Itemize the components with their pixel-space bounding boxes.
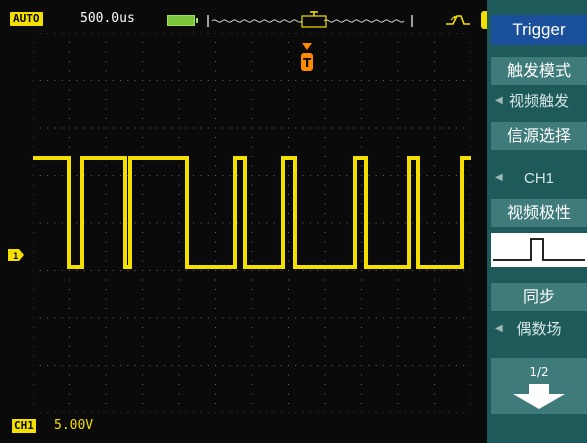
svg-text:T: T <box>303 56 312 70</box>
menu-title: Trigger <box>491 15 587 45</box>
graticule <box>33 33 471 413</box>
source-select-button[interactable]: 信源选择 <box>491 122 587 150</box>
left-arrow-icon: ◀ <box>495 95 503 106</box>
timebase-readout: 500.0us <box>80 11 135 26</box>
trigger-mode-value: ◀ 视频触发 <box>491 88 587 114</box>
waveform-display: 1 T <box>0 33 487 413</box>
left-arrow-icon: ◀ <box>495 323 503 334</box>
ch1-coupling-badge: CH1 <box>12 419 36 433</box>
ch1-ground-marker: 1 <box>8 249 24 261</box>
arrow-down-icon <box>513 384 565 409</box>
battery-icon <box>167 15 198 26</box>
trigger-menu: Trigger 触发模式 ◀ 视频触发 信源选择 ◀ CH1 视频极性 同步 ◀… <box>487 0 587 443</box>
ch1-trace <box>33 156 471 269</box>
source-select-value: ◀ CH1 <box>491 165 587 191</box>
svg-text:1: 1 <box>13 252 18 261</box>
trigger-position-marker: T <box>301 43 313 71</box>
trigger-mode-button[interactable]: 触发模式 <box>491 57 587 85</box>
next-page-button[interactable]: 1/2 <box>491 358 587 414</box>
channel-status-bar: CH1 5.00V <box>0 413 487 443</box>
left-arrow-icon: ◀ <box>495 172 503 183</box>
volts-per-div-readout: 5.00V <box>54 418 94 433</box>
video-polarity-label: 视频极性 <box>506 203 571 222</box>
rising-edge-icon <box>446 15 470 25</box>
status-bar: AUTO 500.0us <box>0 0 487 33</box>
sync-value: ◀ 偶数场 <box>491 316 587 342</box>
sync-label: 同步 <box>522 287 555 306</box>
source-select-label: 信源选择 <box>506 126 571 145</box>
sync-button[interactable]: 同步 <box>491 283 587 311</box>
memory-position-strip <box>207 11 413 28</box>
video-polarity-button[interactable]: 视频极性 <box>491 199 587 227</box>
trigger-mode-label: 触发模式 <box>506 61 571 80</box>
polarity-normal-icon <box>491 233 587 267</box>
page-indicator: 1/2 <box>529 365 549 379</box>
acquisition-mode-badge: AUTO <box>10 12 43 26</box>
